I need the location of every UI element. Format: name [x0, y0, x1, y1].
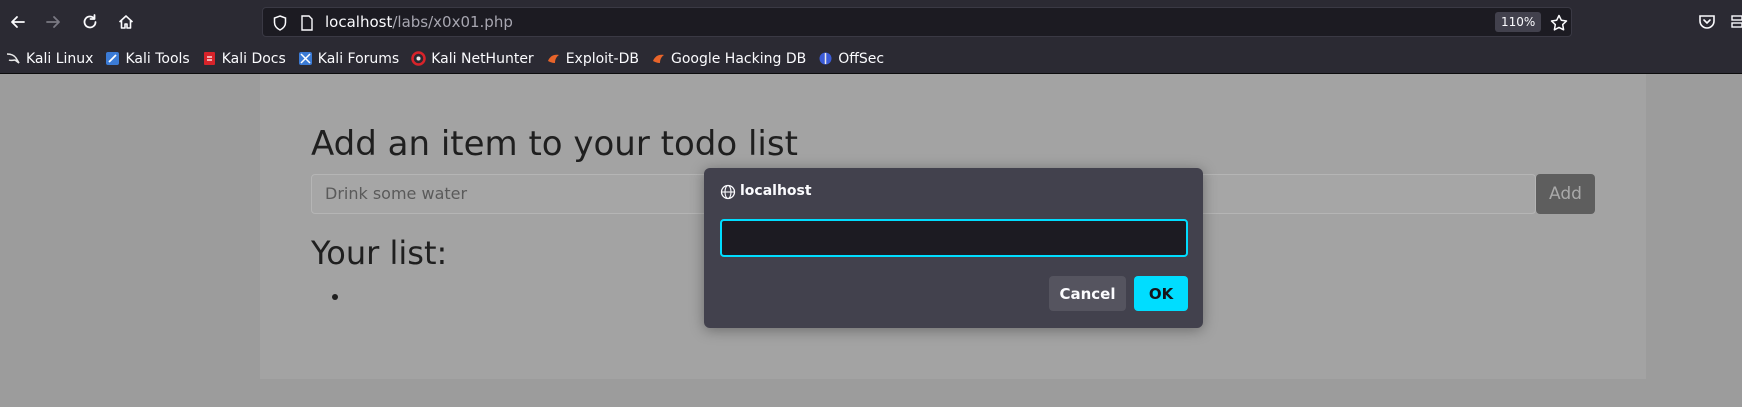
bookmark-exploit-db[interactable]: Exploit-DB [546, 51, 639, 67]
browser-toolbar: localhost/labs/x0x01.php 110% [0, 0, 1742, 44]
list-heading: Your list: [311, 234, 448, 272]
bookmark-kali-docs[interactable]: Kali Docs [202, 51, 286, 67]
ok-button[interactable]: OK [1134, 276, 1188, 311]
nethunter-icon [411, 51, 426, 66]
tracking-shield-icon[interactable] [271, 14, 289, 32]
zoom-indicator[interactable]: 110% [1495, 12, 1542, 32]
dialog-title: localhost [740, 183, 812, 199]
kali-dragon-icon [6, 51, 21, 66]
bookmark-label: Exploit-DB [565, 50, 639, 67]
bookmark-google-hacking-db[interactable]: Google Hacking DB [651, 51, 806, 67]
bookmark-kali-forums[interactable]: Kali Forums [298, 51, 399, 67]
cancel-button[interactable]: Cancel [1049, 276, 1126, 311]
url-host: localhost [325, 13, 393, 31]
add-button[interactable]: Add [1536, 174, 1595, 214]
bookmark-label: Kali Tools [125, 50, 190, 67]
bookmark-label: Kali NetHunter [431, 50, 534, 67]
bookmark-label: Kali Docs [221, 50, 286, 67]
forward-icon[interactable] [42, 11, 64, 33]
bookmark-label: Google Hacking DB [670, 50, 807, 67]
home-icon[interactable] [115, 11, 137, 33]
url-path: /labs/x0x01.php [392, 13, 513, 31]
back-icon[interactable] [7, 11, 29, 33]
bookmark-label: Kali Forums [317, 50, 400, 67]
bookmark-label: OffSec [838, 50, 885, 67]
prompt-dialog: localhost Cancel OK [704, 168, 1203, 328]
pocket-icon[interactable] [1697, 12, 1717, 32]
prompt-input[interactable] [720, 219, 1188, 257]
bookmark-kali-linux[interactable]: Kali Linux [6, 51, 93, 67]
bookmark-offsec[interactable]: OffSec [818, 51, 884, 67]
bookmark-star-icon[interactable] [1549, 13, 1569, 33]
kali-docs-icon [202, 51, 217, 66]
reload-icon[interactable] [79, 11, 101, 33]
page-heading: Add an item to your todo list [311, 124, 798, 164]
bookmarks-bar: Kali Linux Kali Tools Kali Docs Kali For… [0, 44, 1742, 74]
globe-icon [720, 184, 736, 200]
exploit-db-icon [546, 51, 561, 66]
page-icon[interactable] [299, 14, 315, 32]
offsec-icon [818, 51, 833, 66]
url-text[interactable]: localhost/labs/x0x01.php [325, 13, 513, 31]
kali-forums-icon [298, 51, 313, 66]
bookmark-kali-nethunter[interactable]: Kali NetHunter [411, 50, 534, 67]
url-bar[interactable]: localhost/labs/x0x01.php 110% [262, 7, 1572, 37]
kali-tools-icon [105, 51, 120, 66]
bookmark-label: Kali Linux [26, 50, 94, 67]
extensions-icon[interactable] [1728, 12, 1742, 32]
ghdb-icon [651, 51, 666, 66]
list-item [332, 294, 338, 300]
bookmark-kali-tools[interactable]: Kali Tools [105, 50, 190, 67]
